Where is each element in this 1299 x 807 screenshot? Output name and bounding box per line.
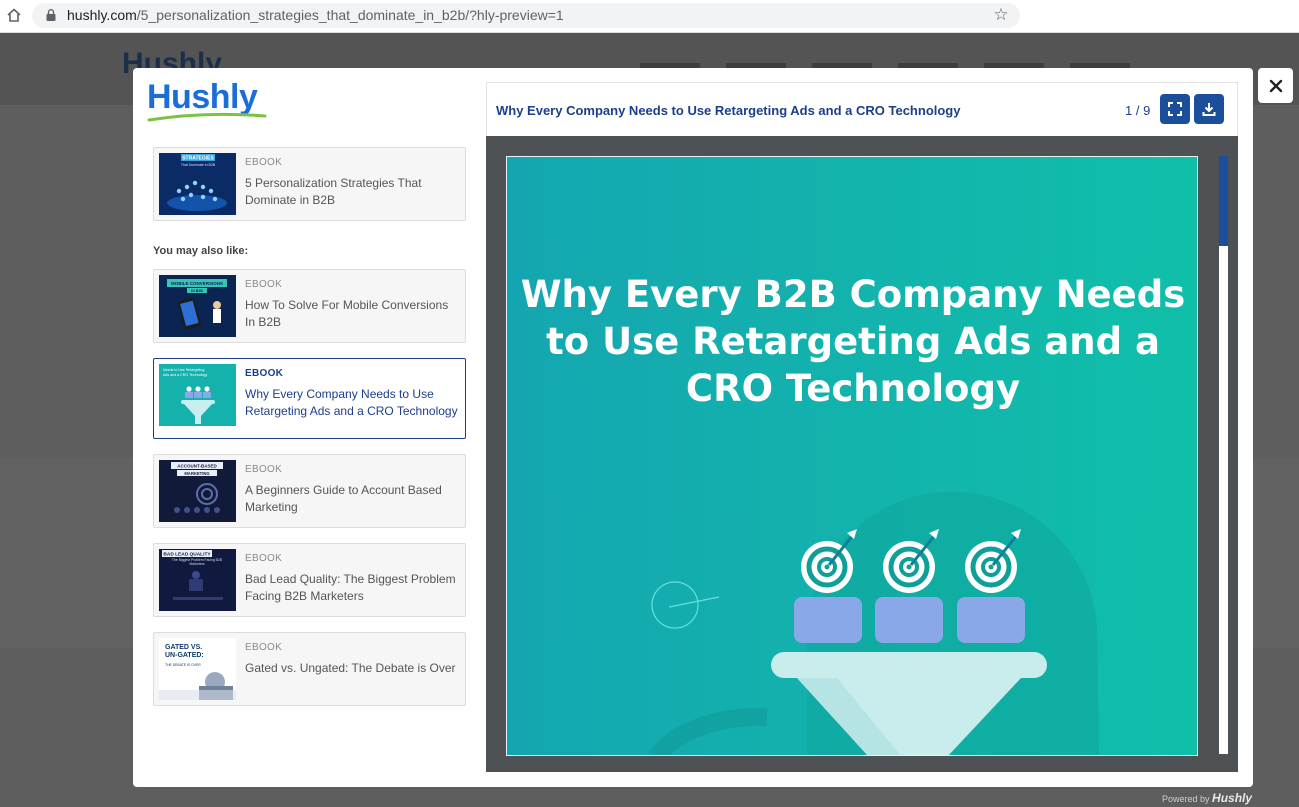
card-title: Why Every Company Needs to Use Retargeti… (245, 387, 458, 418)
recommendation-card[interactable]: ACCOUNT-BASED MARKETING EBOOK A Beginner… (153, 454, 466, 528)
card-type-label: EBOOK (245, 553, 283, 564)
card-title: A Beginners Guide to Account Based Marke… (245, 483, 442, 514)
viewer-scrollbar[interactable] (1219, 156, 1228, 754)
powered-by-brand: Hushly (1212, 791, 1253, 805)
page-heading: Why Every B2B Company Needs to Use Retar… (520, 273, 1186, 410)
thumbnail: GATED VS. UN-GATED: THE DEBATE IS OVER (159, 638, 236, 700)
hushly-logo-text: Hushly (147, 78, 258, 116)
document-viewer[interactable]: Why Every B2B Company Needs to Use Retar… (486, 136, 1238, 772)
url-text: hushly.com/5_personalization_strategies_… (67, 7, 564, 23)
card-title: Bad Lead Quality: The Biggest Problem Fa… (245, 572, 456, 603)
fullscreen-icon (1168, 102, 1182, 116)
card-title: Gated vs. Ungated: The Debate is Over (245, 661, 456, 675)
browser-address-bar: hushly.com/5_personalization_strategies_… (0, 0, 1299, 33)
home-button[interactable] (4, 5, 24, 25)
thumbnail: MOBILE CONVERSIONS IN B2B (159, 275, 236, 337)
svg-text:MOBILE CONVERSIONS: MOBILE CONVERSIONS (171, 281, 223, 286)
url-host: hushly.com (67, 7, 137, 23)
recommendation-card-active[interactable]: Needs to Use Retargeting Ads and a CRO T… (153, 358, 466, 439)
hushly-logo: Hushly (147, 80, 267, 124)
document-page: Why Every B2B Company Needs to Use Retar… (506, 156, 1198, 756)
card-type-label: EBOOK (245, 157, 283, 168)
thumbnail: STRATEGIES That Dominate in B2B (159, 153, 236, 215)
svg-text:IN B2B: IN B2B (191, 289, 203, 293)
svg-text:That Dominate in B2B: That Dominate in B2B (181, 163, 216, 167)
url-bar[interactable]: hushly.com/5_personalization_strategies_… (32, 3, 1020, 28)
logo-swoosh (147, 112, 267, 122)
download-icon (1202, 103, 1216, 116)
also-like-heading: You may also like: (153, 245, 249, 257)
url-path: /5_personalization_strategies_that_domin… (136, 7, 564, 23)
svg-text:STRATEGIES: STRATEGIES (182, 156, 214, 162)
card-title: How To Solve For Mobile Conversions In B… (245, 298, 449, 329)
page-illustration (649, 491, 1099, 755)
recommendation-card[interactable]: GATED VS. UN-GATED: THE DEBATE IS OVER E… (153, 632, 466, 706)
current-item-card[interactable]: STRATEGIES That Dominate in B2B EBOOK 5 … (153, 147, 466, 221)
svg-text:Ads and a CRO Technology: Ads and a CRO Technology (163, 373, 207, 377)
thumbnail: Needs to Use Retargeting Ads and a CRO T… (159, 364, 236, 426)
content-preview-modal: Hushly STRATEGIES That Dominate in B2B E… (133, 68, 1253, 787)
svg-text:THE DEBATE IS OVER: THE DEBATE IS OVER (165, 663, 201, 667)
viewer-title: Why Every Company Needs to Use Retargeti… (496, 103, 961, 118)
recommendation-card[interactable]: MOBILE CONVERSIONS IN B2B EBOOK How To S… (153, 269, 466, 343)
fullscreen-button[interactable] (1160, 94, 1190, 124)
svg-text:MARKETING: MARKETING (184, 471, 209, 476)
powered-by-label: Powered by (1162, 794, 1210, 804)
page-indicator: 1 / 9 (1125, 103, 1151, 118)
close-icon (1269, 79, 1282, 92)
recommendation-card[interactable]: BAD LEAD QUALITY The Biggest Problem Fac… (153, 543, 466, 617)
scrollbar-thumb[interactable] (1219, 156, 1228, 246)
card-type-label: EBOOK (245, 642, 283, 653)
viewer-header: Why Every Company Needs to Use Retargeti… (486, 82, 1238, 136)
thumbnail: ACCOUNT-BASED MARKETING (159, 460, 236, 522)
lock-icon (46, 9, 56, 21)
thumbnail: BAD LEAD QUALITY The Biggest Problem Fac… (159, 549, 236, 611)
close-modal-button[interactable] (1258, 68, 1293, 103)
powered-by[interactable]: Powered by Hushly (1162, 791, 1252, 805)
card-type-label: EBOOK (245, 464, 283, 475)
download-button[interactable] (1194, 94, 1224, 124)
card-title: 5 Personalization Strategies That Domina… (245, 176, 422, 207)
svg-text:ACCOUNT-BASED: ACCOUNT-BASED (177, 464, 217, 469)
card-type-label: EBOOK (245, 279, 283, 290)
svg-text:Needs to Use Retargeting: Needs to Use Retargeting (163, 368, 204, 372)
home-icon (7, 8, 21, 22)
card-type-label: EBOOK (245, 368, 284, 379)
bookmark-star-icon[interactable]: ☆ (992, 6, 1010, 24)
svg-text:BAD LEAD QUALITY: BAD LEAD QUALITY (163, 552, 211, 558)
